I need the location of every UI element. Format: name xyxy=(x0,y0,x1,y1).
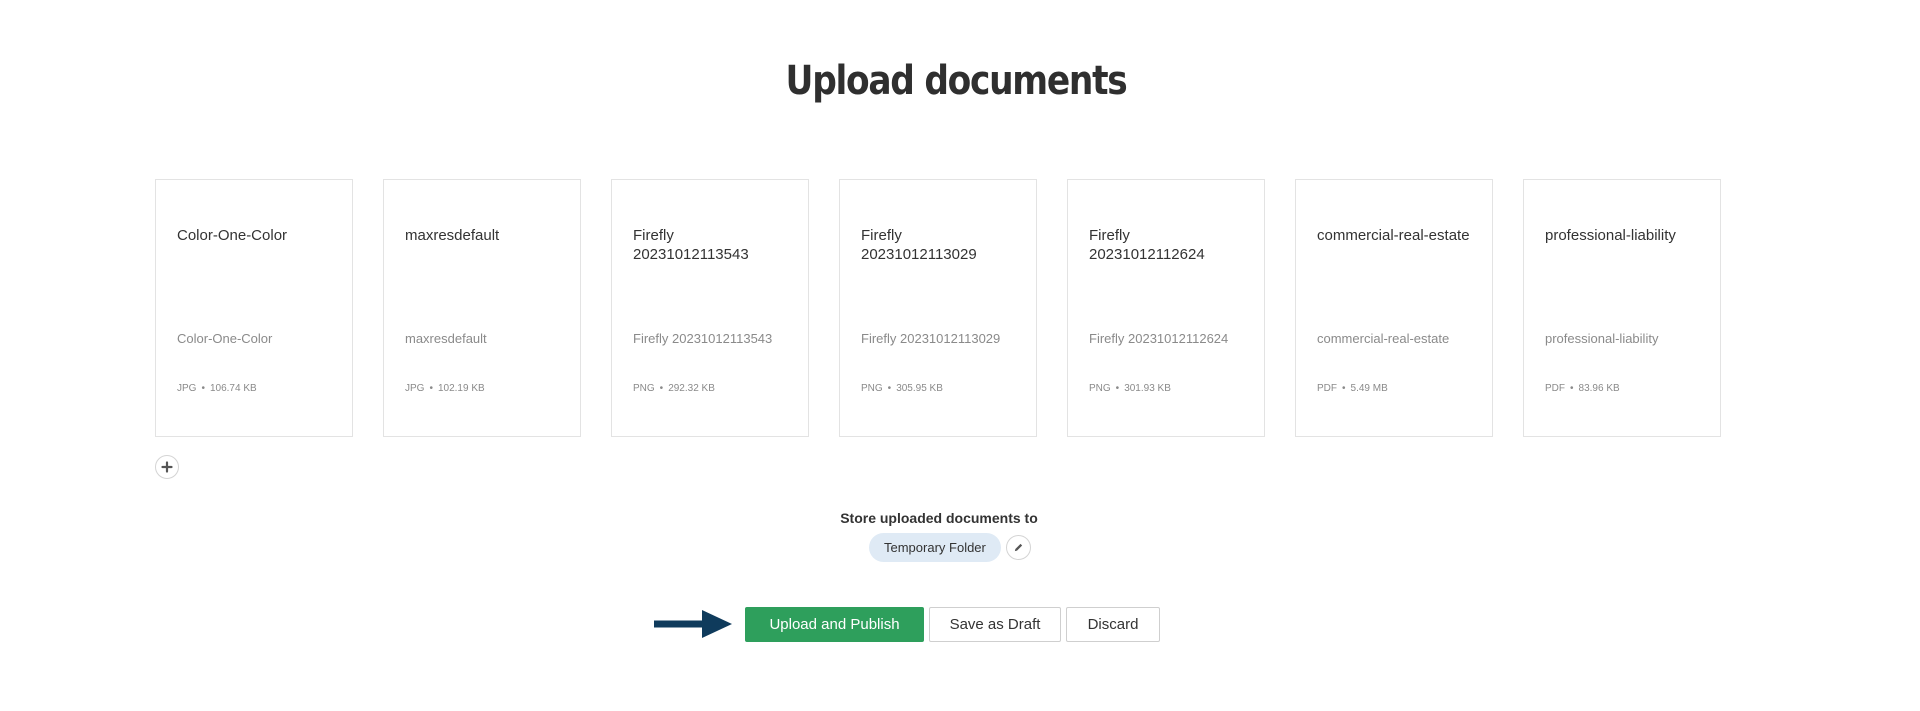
file-size: 83.96 KB xyxy=(1578,383,1620,394)
document-meta: PDF • 5.49 MB xyxy=(1317,383,1388,394)
document-card-list: Color-One-Color Color-One-Color JPG • 106.… xyxy=(155,179,1721,437)
document-meta: JPG • 102.19 KB xyxy=(405,383,485,394)
file-type: PDF xyxy=(1317,383,1337,394)
file-size: 292.32 KB xyxy=(668,383,715,394)
file-size: 102.19 KB xyxy=(437,383,485,394)
document-title: maxresdefault xyxy=(405,227,500,244)
document-description: professional-liability xyxy=(1545,331,1659,346)
document-meta: PNG • 301.93 KB xyxy=(1089,383,1171,394)
file-size: 305.95 KB xyxy=(896,383,943,394)
document-description: Firefly 20231012113543 xyxy=(633,331,773,346)
file-type: PDF xyxy=(1545,383,1565,394)
document-description: maxresdefault xyxy=(405,331,487,346)
pencil-icon xyxy=(1014,543,1023,552)
file-size: 301.93 KB xyxy=(1124,383,1171,394)
document-meta: PNG • 305.95 KB xyxy=(861,383,943,394)
plus-icon xyxy=(161,461,173,473)
file-type: JPG xyxy=(405,383,425,394)
file-type: JPG xyxy=(177,383,197,394)
file-type: PNG xyxy=(1089,383,1111,394)
document-title: Firefly 20231012112624 xyxy=(1089,227,1205,263)
document-card[interactable]: Firefly 20231012113029 Firefly 202310121… xyxy=(839,179,1037,437)
meta-separator: • xyxy=(201,383,205,394)
folder-chip[interactable]: Temporary Folder xyxy=(869,533,1001,562)
document-title: commercial-real-estate xyxy=(1317,227,1470,244)
document-meta: PNG • 292.32 KB xyxy=(633,383,715,394)
document-description: commercial-real-estate xyxy=(1317,331,1450,346)
edit-folder-button[interactable] xyxy=(1005,535,1031,560)
meta-separator: • xyxy=(659,383,664,394)
document-card[interactable]: Color-One-Color Color-One-Color JPG • 106.… xyxy=(155,179,353,437)
meta-separator: • xyxy=(1570,383,1574,394)
save-as-draft-button[interactable]: Save as Draft xyxy=(929,607,1061,642)
page-title: Upload documents xyxy=(785,58,1128,104)
file-type: PNG xyxy=(633,383,655,394)
document-card[interactable]: maxresdefault maxresdefault JPG • 102.19 K… xyxy=(383,179,581,437)
document-card[interactable]: Firefly 20231012113543 Firefly 202310121… xyxy=(611,179,809,437)
storage-label: Store uploaded documents to xyxy=(840,510,1038,526)
document-description: Firefly 20231012112624 xyxy=(1089,331,1229,346)
document-title: Firefly 20231012113029 xyxy=(861,227,977,263)
upload-and-publish-button[interactable]: Upload and Publish xyxy=(745,607,924,642)
meta-separator: • xyxy=(887,383,892,394)
action-buttons: Upload and Publish Save as Draft Discard xyxy=(745,607,1160,642)
file-size: 5.49 MB xyxy=(1350,383,1388,394)
add-document-button[interactable] xyxy=(155,455,179,479)
storage-folder-row: Temporary Folder xyxy=(869,533,1031,562)
document-meta: JPG • 106.74 KB xyxy=(177,383,257,394)
document-description: Firefly 20231012113029 xyxy=(861,331,1001,346)
document-meta: PDF • 83.96 KB xyxy=(1545,383,1620,394)
discard-button[interactable]: Discard xyxy=(1066,607,1160,642)
file-size: 106.74 KB xyxy=(209,383,257,394)
meta-separator: • xyxy=(1342,383,1346,394)
document-title: Color-One-Color xyxy=(177,227,288,244)
document-card[interactable]: commercial-real-estate commercial-real-e… xyxy=(1295,179,1493,437)
document-description: Color-One-Color xyxy=(177,331,273,346)
meta-separator: • xyxy=(429,383,433,394)
document-card[interactable]: Firefly 20231012112624 Firefly 202310121… xyxy=(1067,179,1265,437)
document-title: professional-liability xyxy=(1545,227,1676,244)
meta-separator: • xyxy=(1115,383,1120,394)
file-type: PNG xyxy=(861,383,883,394)
arrow-right-icon xyxy=(654,610,732,638)
document-title: Firefly 20231012113543 xyxy=(633,227,749,263)
document-card[interactable]: professional-liability professional-liab… xyxy=(1523,179,1721,437)
